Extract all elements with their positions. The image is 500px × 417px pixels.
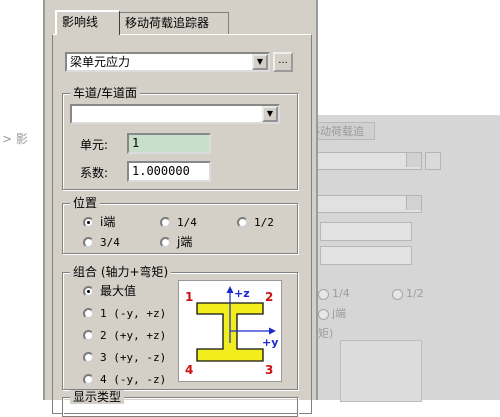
background-field-factor	[320, 246, 412, 265]
corner-label-3: 3	[265, 363, 273, 377]
combination-group-title: 组合 (轴力+弯矩)	[70, 265, 172, 279]
z-axis-label: +z	[234, 287, 250, 300]
influence-line-panel: 影响线 移动荷载追踪器 梁单元应力 ▼ ... 车道/车道面 ▼ 单元: 1 系…	[43, 0, 318, 417]
tab-moving-load-tracer[interactable]: 移动荷载追踪器	[119, 12, 229, 34]
y-axis-arrow-icon	[269, 327, 276, 335]
radio-icon	[83, 308, 94, 319]
background-field-element	[320, 222, 412, 241]
y-axis-label: +y	[262, 336, 278, 349]
i-section-diagram: +z +y 1 2 3 4	[178, 280, 282, 382]
background-section-diagram	[340, 340, 422, 402]
combination-max-radio[interactable]: 最大值	[83, 284, 136, 298]
z-axis-arrow-icon	[226, 286, 234, 293]
radio-icon	[160, 217, 171, 228]
radio-checked-icon	[83, 286, 94, 297]
position-j-end-radio[interactable]: j端	[160, 235, 192, 249]
element-field: 1	[127, 133, 211, 154]
factor-label: 系数:	[80, 166, 109, 180]
radio-icon	[83, 352, 94, 363]
combination-point3-radio[interactable]: 3 (+y, -z)	[83, 350, 166, 365]
factor-input[interactable]: 1.000000	[127, 161, 211, 182]
background-position-half: 1/2	[392, 287, 424, 300]
radio-checked-icon	[83, 217, 94, 228]
tab-influence-line[interactable]: 影响线	[55, 10, 120, 35]
display-type-group-title: 显示类型	[70, 390, 125, 404]
radio-icon	[160, 237, 171, 248]
position-group-title: 位置	[70, 196, 101, 210]
background-more-button	[425, 152, 441, 170]
background-group-label: 矩)	[318, 327, 334, 340]
radio-icon	[237, 217, 248, 228]
combination-point4-radio[interactable]: 4 (-y, -z)	[83, 372, 166, 387]
i-beam-icon: +z +y 1 2 3 4	[185, 286, 278, 377]
chevron-down-icon[interactable]: ▼	[262, 106, 278, 122]
background-position-quarter: 1/4	[318, 287, 350, 300]
corner-label-2: 2	[265, 290, 273, 304]
corner-label-1: 1	[185, 290, 193, 304]
background-position-j: j端	[318, 305, 346, 321]
position-quarter-radio[interactable]: 1/4	[160, 215, 197, 230]
result-type-value: 梁单元应力	[70, 55, 131, 69]
combination-point2-radio[interactable]: 2 (+y, +z)	[83, 328, 166, 343]
position-three-quarter-radio[interactable]: 3/4	[83, 235, 120, 250]
background-combo-result	[310, 152, 422, 170]
position-i-end-radio[interactable]: i端	[83, 215, 115, 229]
chevron-down-icon[interactable]: ▼	[252, 54, 268, 70]
radio-icon	[83, 237, 94, 248]
radio-icon	[83, 330, 94, 341]
corner-label-4: 4	[185, 363, 193, 377]
lane-group-title: 车道/车道面	[70, 86, 141, 100]
position-half-radio[interactable]: 1/2	[237, 215, 274, 230]
background-left-text: > 影	[2, 132, 28, 146]
background-combo-lane	[310, 195, 422, 213]
radio-icon	[83, 374, 94, 385]
more-options-button[interactable]: ...	[273, 52, 293, 72]
element-label: 单元:	[80, 138, 109, 152]
lane-select[interactable]: ▼	[70, 104, 280, 124]
result-type-select[interactable]: 梁单元应力 ▼	[65, 52, 270, 72]
combination-point1-radio[interactable]: 1 (-y, +z)	[83, 306, 166, 321]
